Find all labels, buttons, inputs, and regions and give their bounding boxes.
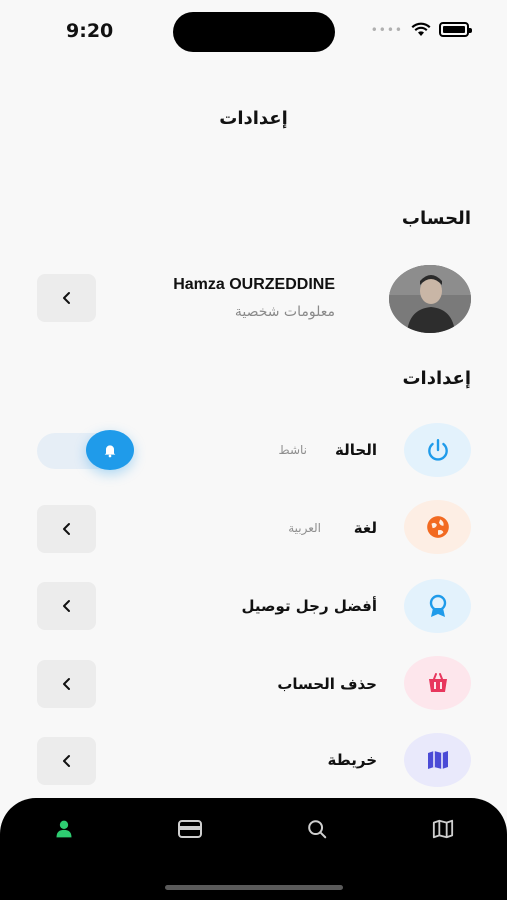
trash-icon [428,673,447,692]
nav-wallet[interactable] [177,816,203,842]
power-icon [427,439,448,461]
wifi-icon [411,22,431,36]
nav-map[interactable] [430,816,456,842]
map-icon [427,751,448,769]
language-open-button[interactable] [37,505,96,553]
page-title: إعدادات [219,108,288,129]
language-label: لغة [353,519,377,537]
language-value: العربية [288,521,321,535]
dynamic-island [173,12,335,52]
best-delivery-label: أفضل رجل توصيل [241,597,377,615]
battery-icon [439,22,472,37]
map-icon [432,819,454,839]
language-row-icon [404,500,471,554]
profile-subtitle: معلومات شخصية [234,304,335,320]
cellular-signal-icon: •••• [370,22,403,37]
avatar-photo [389,265,471,333]
award-icon [429,594,446,617]
profile-open-button[interactable] [37,274,96,322]
nav-profile[interactable] [51,816,77,842]
user-icon [56,820,72,838]
account-section-title: الحساب [401,208,471,229]
wallet-icon [178,820,202,838]
map-label: خريطة [327,751,377,769]
profile-name: Hamza OURZEDDINE [173,276,335,293]
best-delivery-open-button[interactable] [37,582,96,630]
chevron-left-icon [62,292,70,304]
status-icons: •••• [370,22,472,37]
settings-section-title: إعدادات [402,368,471,389]
nav-search[interactable] [304,816,330,842]
delete-account-label: حذف الحساب [277,675,377,693]
chevron-left-icon [62,678,70,690]
avatar[interactable] [389,265,471,333]
search-icon [308,820,327,839]
delete-account-open-button[interactable] [37,660,96,708]
status-row-icon [404,423,471,477]
chevron-left-icon [62,523,70,535]
language-icon [426,516,449,538]
status-label: الحالة [335,441,377,459]
settings-screen: 9:20 •••• إعدادات الحساب Hamza OURZEDDIN… [0,0,507,900]
delete-account-row-icon [404,656,471,710]
bell-icon [104,445,116,458]
status-value: ناشط [278,443,307,457]
map-open-button[interactable] [37,737,96,785]
status-time: 9:20 [66,20,114,42]
chevron-left-icon [62,755,70,767]
home-indicator[interactable] [165,885,343,890]
chevron-left-icon [62,600,70,612]
map-row-icon [404,733,471,787]
status-toggle-knob[interactable] [86,430,134,470]
best-delivery-row-icon [404,579,471,633]
